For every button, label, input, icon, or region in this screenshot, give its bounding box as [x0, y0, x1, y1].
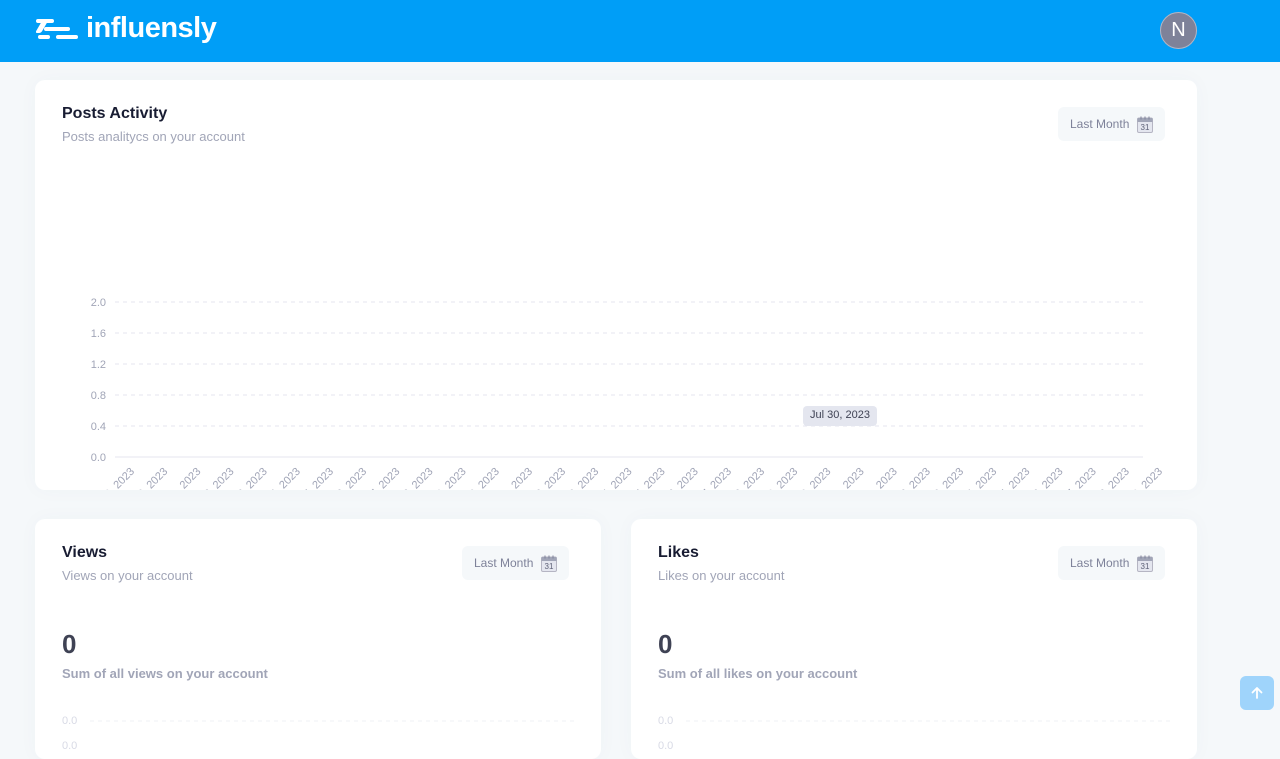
- app-logo[interactable]: influensly: [36, 12, 217, 45]
- calendar-day: 31: [1141, 562, 1150, 571]
- posts-activity-card: Posts Activity Posts analitycs on your a…: [35, 80, 1197, 490]
- likes-title: Likes: [658, 544, 699, 561]
- chart-tooltip: Jul 30, 2023: [803, 406, 877, 426]
- calendar-icon: 31: [541, 555, 558, 572]
- y-tick-label: 2.0: [91, 297, 106, 309]
- y-tick-label: 0.4: [91, 421, 106, 433]
- y-tick-label: 0.0: [62, 740, 77, 749]
- posts-range-button[interactable]: Last Month 31: [1058, 107, 1166, 141]
- calendar-icon: 31: [1137, 116, 1154, 133]
- range-label: Last Month: [1070, 556, 1130, 570]
- tooltip-text: Jul 30, 2023: [810, 409, 870, 421]
- likes-total: 0: [658, 629, 673, 659]
- calendar-icon: 31: [1137, 555, 1154, 572]
- likes-chart: 0.0 0.0: [658, 715, 1171, 749]
- likes-range-button[interactable]: Last Month 31: [1058, 546, 1166, 580]
- range-label: Last Month: [1070, 117, 1130, 131]
- y-tick-label: 1.6: [91, 328, 106, 340]
- x-tick-label: Jul 09, 2023: [86, 466, 137, 490]
- views-total: 0: [62, 629, 77, 659]
- posts-activity-title: Posts Activity: [62, 105, 168, 122]
- likes-total-label: Sum of all likes on your account: [658, 666, 858, 681]
- range-label: Last Month: [474, 556, 534, 570]
- views-chart: 0.0 0.0: [62, 715, 575, 749]
- arrow-up-icon: [1251, 687, 1263, 699]
- scroll-top-button[interactable]: [1240, 676, 1274, 710]
- calendar-day: 31: [1141, 123, 1150, 132]
- logo-mark-icon: [36, 18, 78, 39]
- calendar-day: 31: [545, 562, 554, 571]
- y-tick-label: 0.0: [62, 715, 77, 727]
- likes-subtitle: Likes on your account: [658, 568, 785, 583]
- avatar-initial: N: [1171, 19, 1186, 41]
- y-tick-label: 0.0: [658, 715, 673, 727]
- views-subtitle: Views on your account: [62, 568, 193, 583]
- views-range-button[interactable]: Last Month 31: [462, 546, 570, 580]
- views-total-label: Sum of all views on your account: [62, 666, 268, 681]
- y-tick-label: 0.0: [658, 740, 673, 749]
- y-tick-label: 0.8: [91, 390, 106, 402]
- views-title: Views: [62, 544, 108, 561]
- posts-activity-subtitle: Posts analitycs on your account: [62, 129, 245, 144]
- y-tick-label: 0.0: [91, 452, 106, 464]
- y-tick-label: 1.2: [91, 359, 106, 371]
- views-card: Views Views on your account Last Month 3…: [35, 519, 601, 759]
- user-avatar[interactable]: N: [1160, 12, 1197, 49]
- posts-activity-chart: 2.01.61.20.80.40.0 Jul 09, 2023Jul 10, 2…: [86, 297, 1165, 490]
- likes-card: Likes Likes on your account Last Month 3…: [631, 519, 1197, 759]
- top-bar: influensly N: [0, 0, 1280, 62]
- logo-text: influensly: [86, 12, 217, 44]
